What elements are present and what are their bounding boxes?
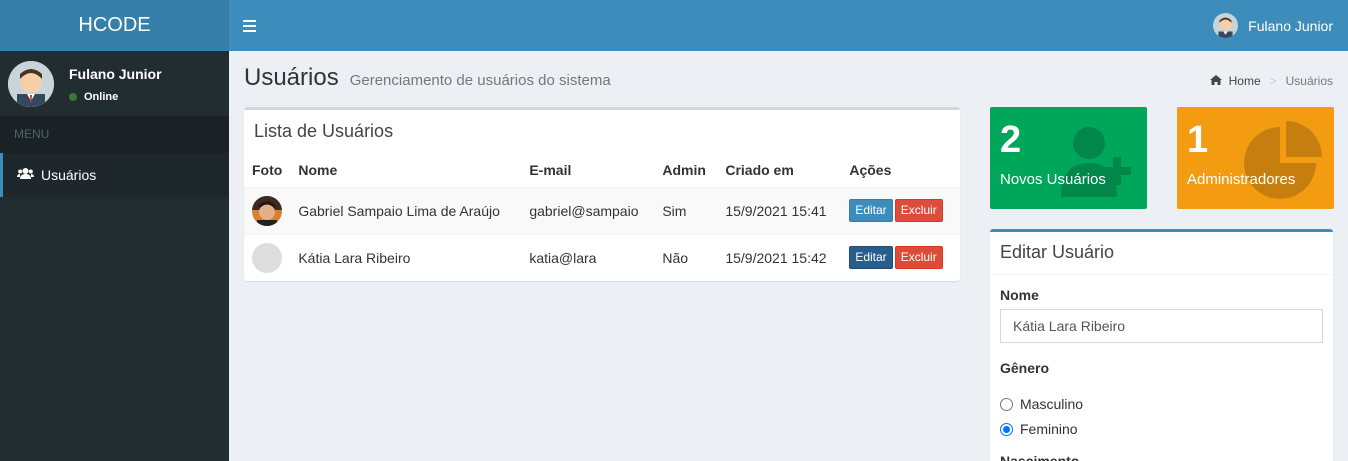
column-header: Nome (298, 161, 338, 178)
breadcrumb: Home > Usuários (1209, 74, 1333, 88)
users-table: Foto Nome E-mail Admin Criado em Ações G… (244, 153, 960, 281)
edit-user-title: Editar Usuário (990, 232, 1333, 275)
home-icon (1209, 74, 1222, 88)
sidebar-user-name: Fulano Junior (69, 66, 162, 82)
gender-label: Gênero (1000, 360, 1050, 376)
birth-label: Nascimento (1000, 453, 1080, 461)
breadcrumb-separator: > (1269, 74, 1277, 88)
sidebar: Fulano Junior Online MENU Usuários (0, 51, 229, 461)
photo-cell (244, 186, 291, 234)
user-name-cell: Gabriel Sampaio Lima de Araújo (290, 186, 522, 234)
radio-label: Masculino (1020, 396, 1084, 412)
breadcrumb-home-link[interactable]: Home (1229, 74, 1261, 88)
user-email-cell: katia@lara (521, 233, 655, 281)
user-email-cell: gabriel@sampaio (521, 186, 655, 234)
sidebar-item-label: Usuários (41, 167, 97, 183)
gender-option-feminino[interactable]: Feminino (1000, 421, 1323, 437)
radio-masculino[interactable] (1000, 397, 1013, 411)
column-header: Admin (662, 161, 706, 178)
column-header: E-mail (529, 161, 572, 178)
delete-button[interactable]: Excluir (894, 198, 943, 223)
users-icon (17, 167, 35, 183)
user-photo (252, 242, 282, 273)
stat-label: Novos Usuários (1000, 171, 1106, 188)
user-photo (252, 195, 282, 226)
gender-option-masculino[interactable]: Masculino (1000, 396, 1323, 412)
user-status: Online (69, 91, 118, 103)
delete-button[interactable]: Excluir (894, 246, 943, 270)
radio-feminino[interactable] (1000, 422, 1013, 436)
name-input[interactable] (1000, 309, 1323, 343)
online-status-icon (69, 93, 77, 101)
breadcrumb-current: Usuários (1285, 74, 1333, 88)
admins-stat-box: 1 Administradores (1177, 107, 1334, 209)
page-subtitle: Gerenciamento de usuários do sistema (349, 72, 611, 89)
app-logo[interactable]: HCODE (0, 0, 229, 51)
content-header: Usuários Gerenciamento de usuários do si… (244, 64, 611, 92)
stat-value: 1 (1187, 119, 1209, 161)
column-header: Ações (849, 161, 892, 178)
new-users-stat-box: 2 Novos Usuários (990, 107, 1147, 209)
column-header: Foto (252, 161, 283, 178)
actions-cell: Editar Excluir (841, 233, 960, 281)
header-user-name: Fulano Junior (1248, 17, 1333, 34)
user-admin-cell: Não (654, 233, 718, 281)
stat-value: 2 (1000, 119, 1022, 161)
avatar (1213, 13, 1239, 38)
table-row: Kátia Lara Ribeiro katia@lara Não 15/9/2… (244, 233, 960, 281)
photo-cell (244, 233, 291, 281)
user-admin-cell: Sim (654, 186, 718, 234)
user-name-cell: Kátia Lara Ribeiro (290, 233, 522, 281)
edit-user-box: Editar Usuário Nome Gênero Masculino Fem… (990, 229, 1333, 461)
page-title: Usuários (244, 64, 339, 91)
avatar (8, 61, 54, 107)
top-navbar: Fulano Junior (229, 0, 1348, 51)
users-list-title: Lista de Usuários (254, 121, 394, 141)
sidebar-item-usuarios[interactable]: Usuários (0, 153, 229, 197)
users-list-box: Lista de Usuários Foto Nome E-mail Admin… (244, 107, 960, 281)
stat-label: Administradores (1187, 171, 1296, 188)
edit-button[interactable]: Editar (849, 246, 893, 270)
radio-label: Feminino (1020, 421, 1078, 437)
user-created-cell: 15/9/2021 15:42 (717, 233, 842, 281)
status-text: Online (84, 91, 119, 103)
user-created-cell: 15/9/2021 15:41 (717, 186, 842, 234)
user-menu[interactable]: Fulano Junior (1213, 13, 1333, 38)
actions-cell: Editar Excluir (841, 186, 960, 234)
user-panel: Fulano Junior Online (0, 51, 229, 116)
edit-button[interactable]: Editar (849, 198, 893, 223)
column-header: Criado em (725, 161, 794, 178)
name-label: Nome (1000, 287, 1039, 303)
sidebar-toggle-icon[interactable] (243, 17, 257, 33)
table-row: Gabriel Sampaio Lima de Araújo gabriel@s… (244, 186, 960, 234)
menu-header: MENU (0, 116, 229, 153)
